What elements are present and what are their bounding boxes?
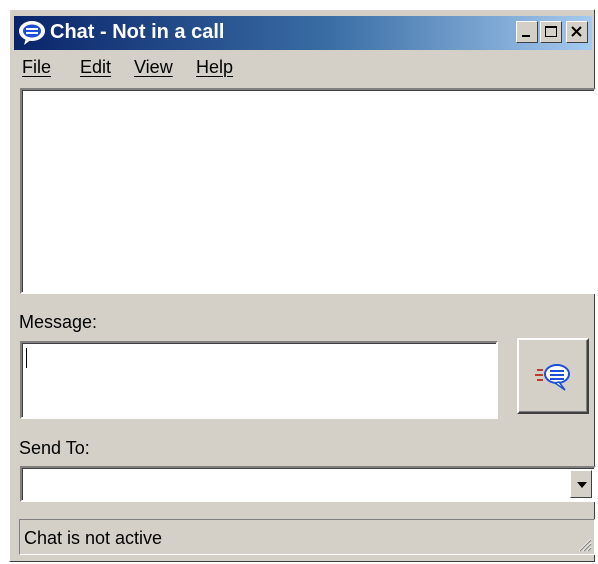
menu-help[interactable]: Help: [196, 57, 233, 78]
close-icon: [571, 26, 582, 37]
chat-bubble-icon: [19, 21, 45, 45]
minimize-button[interactable]: [516, 21, 538, 43]
menu-bar: File Edit View Help: [14, 54, 592, 82]
menu-file[interactable]: File: [22, 57, 51, 78]
minimize-icon: [522, 35, 530, 37]
maximize-icon: [545, 26, 557, 37]
send-button[interactable]: [517, 338, 589, 414]
text-caret: [26, 348, 27, 368]
title-bar[interactable]: Chat - Not in a call: [14, 16, 592, 50]
send-message-icon: [535, 364, 570, 391]
send-to-dropdown[interactable]: [20, 466, 596, 502]
chevron-down-icon: [577, 482, 587, 488]
message-label: Message:: [19, 312, 98, 332]
chat-log[interactable]: [20, 88, 596, 294]
send-to-label: Send To:: [19, 438, 90, 458]
maximize-button[interactable]: [540, 21, 562, 43]
status-bar: Chat is not active: [19, 519, 595, 555]
message-input[interactable]: [20, 341, 498, 419]
menu-view[interactable]: View: [134, 57, 173, 78]
window-title: Chat - Not in a call: [50, 21, 225, 43]
resize-grip-icon[interactable]: [574, 534, 592, 552]
menu-edit[interactable]: Edit: [80, 57, 111, 78]
status-text: Chat is not active: [24, 528, 163, 548]
chat-window: Chat - Not in a call File Edit View Help…: [9, 9, 596, 562]
close-button[interactable]: [566, 21, 588, 43]
dropdown-arrow-button[interactable]: [570, 470, 592, 498]
